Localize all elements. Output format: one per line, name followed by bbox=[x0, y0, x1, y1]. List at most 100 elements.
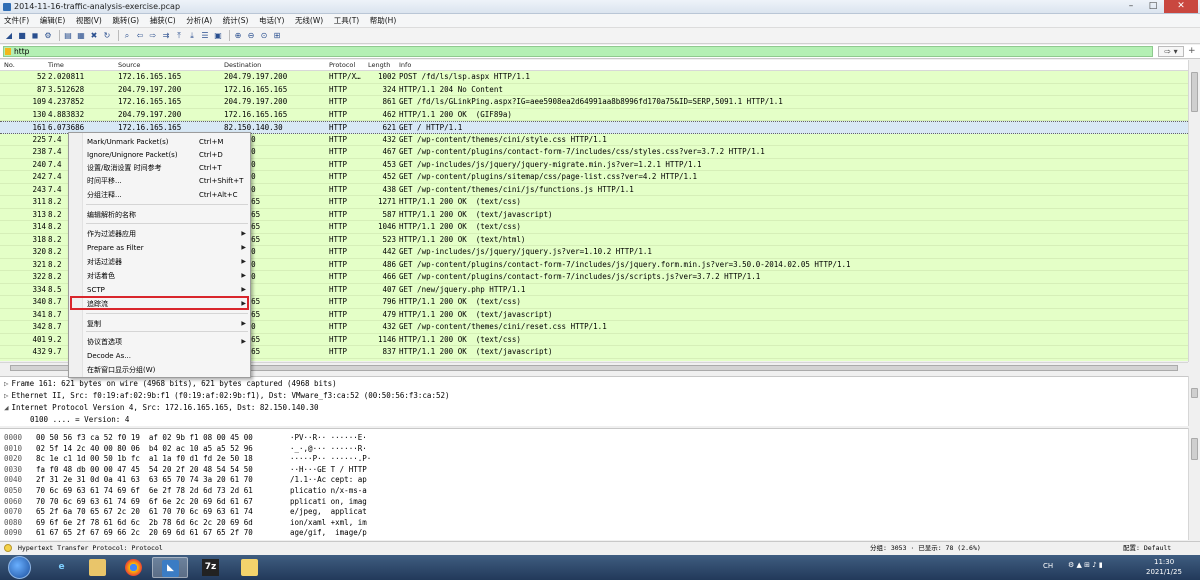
menu-help[interactable]: 帮助(H) bbox=[366, 14, 401, 28]
save-file-icon[interactable]: ▦ bbox=[76, 31, 86, 41]
menu-capture[interactable]: 捕获(C) bbox=[146, 14, 180, 28]
scroll-thumb[interactable] bbox=[1191, 388, 1198, 398]
input-language[interactable]: CH bbox=[1043, 562, 1053, 570]
go-back-icon[interactable]: ⇦ bbox=[135, 31, 145, 41]
menu-telephony[interactable]: 电话(Y) bbox=[255, 14, 288, 28]
hex-row[interactable]: 0070 65 2f 6a 70 65 67 2c 20 61 70 70 6c … bbox=[4, 506, 504, 517]
expand-arrow-icon[interactable]: ▷ bbox=[4, 379, 9, 388]
restart-capture-icon[interactable]: ◼ bbox=[30, 31, 40, 41]
menu-wireless[interactable]: 无线(W) bbox=[291, 14, 327, 28]
column-length[interactable]: Length bbox=[368, 60, 390, 71]
menu-go[interactable]: 跳转(G) bbox=[108, 14, 143, 28]
detail-ethernet[interactable]: ▷ Ethernet II, Src: f0:19:af:02:9b:f1 (f0… bbox=[4, 390, 450, 402]
maximize-button[interactable]: □ bbox=[1142, 0, 1164, 13]
details-scrollbar[interactable] bbox=[1188, 376, 1200, 426]
menu-tools[interactable]: 工具(T) bbox=[330, 14, 363, 28]
close-file-icon[interactable]: ✖ bbox=[89, 31, 99, 41]
start-capture-icon[interactable]: ◢ bbox=[4, 31, 14, 41]
detail-ipv4[interactable]: ◢ Internet Protocol Version 4, Src: 172.1… bbox=[4, 402, 319, 414]
context-menu-item[interactable]: Prepare as Filter ▶ bbox=[84, 242, 250, 254]
tray-icons[interactable]: ⚙ ▲ ⊞ ♪ ▮ bbox=[1068, 561, 1103, 569]
column-source[interactable]: Source bbox=[118, 60, 140, 71]
collapse-arrow-icon[interactable]: ◢ bbox=[4, 403, 9, 412]
go-first-icon[interactable]: ⤒ bbox=[174, 31, 184, 41]
hex-row[interactable]: 0050 70 6c 69 63 61 74 69 6f 6e 2f 78 2d … bbox=[4, 485, 504, 496]
go-last-icon[interactable]: ⤓ bbox=[187, 31, 197, 41]
hex-row[interactable]: 0010 02 5f 14 2c 40 00 80 06 b4 02 ac 10 … bbox=[4, 443, 504, 454]
display-filter-input[interactable]: http bbox=[3, 46, 1153, 57]
packet-row[interactable]: 109 4.237852 172.16.165.165 204.79.197.200 H… bbox=[0, 96, 1188, 109]
taskbar-wireshark[interactable]: ◣ bbox=[152, 557, 188, 578]
taskbar-chrome[interactable] bbox=[116, 557, 152, 578]
menu-view[interactable]: 视图(V) bbox=[72, 14, 106, 28]
start-button[interactable] bbox=[8, 556, 31, 579]
status-profile[interactable]: 配置: Default bbox=[1123, 543, 1171, 554]
context-menu-item[interactable]: 作为过滤器应用 ▶ bbox=[84, 228, 250, 240]
context-menu-item[interactable]: Ignore/Unignore Packet(s) Ctrl+D bbox=[84, 149, 250, 161]
context-menu-item[interactable]: 协议首选项 ▶ bbox=[84, 336, 250, 348]
go-to-packet-icon[interactable]: ⇉ bbox=[161, 31, 171, 41]
column-info[interactable]: Info bbox=[399, 60, 411, 71]
context-menu-item[interactable]: Mark/Unmark Packet(s) Ctrl+M bbox=[84, 136, 250, 148]
apply-filter-button[interactable]: ⇨ ▾ bbox=[1158, 46, 1184, 57]
hex-row[interactable]: 0020 8c 1e c1 1d 00 50 1b fc a1 1a f0 d1 … bbox=[4, 453, 504, 464]
go-forward-icon[interactable]: ⇨ bbox=[148, 31, 158, 41]
open-file-icon[interactable]: ▤ bbox=[63, 31, 73, 41]
minimize-button[interactable]: – bbox=[1120, 0, 1142, 13]
zoom-out-icon[interactable]: ⊖ bbox=[246, 31, 256, 41]
taskbar-7zip[interactable]: 7z bbox=[193, 557, 229, 578]
context-menu-item[interactable]: 复制 ▶ bbox=[84, 318, 250, 330]
taskbar-explorer[interactable] bbox=[80, 557, 116, 578]
expand-arrow-icon[interactable]: ▷ bbox=[4, 391, 9, 400]
context-menu-item[interactable]: 对话过滤器 ▶ bbox=[84, 256, 250, 268]
close-button[interactable]: ✕ bbox=[1164, 0, 1198, 13]
colorize-icon[interactable]: ▣ bbox=[213, 31, 223, 41]
hex-row[interactable]: 0000 00 50 56 f3 ca 52 f0 19 af 02 9b f1 … bbox=[4, 432, 504, 443]
hex-row[interactable]: 0060 70 70 6c 69 63 61 74 69 6f 6e 2c 20 … bbox=[4, 496, 504, 507]
menu-analyze[interactable]: 分析(A) bbox=[182, 14, 216, 28]
packet-list-scrollbar[interactable] bbox=[1188, 60, 1200, 362]
context-menu-item[interactable]: Decode As... bbox=[84, 350, 250, 362]
taskbar-ie[interactable]: e bbox=[44, 557, 80, 578]
add-filter-button[interactable]: + bbox=[1188, 46, 1196, 57]
context-menu-item[interactable]: 时间平移... Ctrl+Shift+T bbox=[84, 175, 250, 187]
detail-frame[interactable]: ▷ Frame 161: 621 bytes on wire (4968 bits… bbox=[4, 378, 337, 390]
scroll-thumb[interactable] bbox=[1191, 438, 1198, 460]
expert-info-icon[interactable] bbox=[4, 544, 12, 552]
capture-options-icon[interactable]: ⚙ bbox=[43, 31, 53, 41]
clock-date[interactable]: 2021/1/25 bbox=[1146, 568, 1182, 576]
context-menu-item[interactable]: 编辑解析的名称 bbox=[84, 209, 250, 221]
resize-columns-icon[interactable]: ⊞ bbox=[272, 31, 282, 41]
zoom-reset-icon[interactable]: ⊙ bbox=[259, 31, 269, 41]
taskbar-files[interactable] bbox=[232, 557, 268, 578]
context-menu-item[interactable]: SCTP ▶ bbox=[84, 284, 250, 296]
context-menu-item[interactable]: 在新窗口显示分组(W) bbox=[84, 364, 250, 376]
column-destination[interactable]: Destination bbox=[224, 60, 261, 71]
autoscroll-icon[interactable]: ☰ bbox=[200, 31, 210, 41]
bookmark-icon[interactable] bbox=[5, 48, 11, 55]
column-protocol[interactable]: Protocol bbox=[329, 60, 355, 71]
detail-ipv4-version[interactable]: 0100 .... = Version: 4 bbox=[30, 414, 129, 426]
hex-row[interactable]: 0030 fa f0 48 db 00 00 47 45 54 20 2f 20 … bbox=[4, 464, 504, 475]
zoom-in-icon[interactable]: ⊕ bbox=[233, 31, 243, 41]
column-time[interactable]: Time bbox=[48, 60, 64, 71]
packet-row[interactable]: 87 3.512628 204.79.197.200 172.16.165.165 HT… bbox=[0, 83, 1188, 96]
menu-edit[interactable]: 编辑(E) bbox=[36, 14, 70, 28]
context-menu-item[interactable]: 对话着色 ▶ bbox=[84, 270, 250, 282]
bytes-scrollbar[interactable] bbox=[1188, 428, 1200, 540]
packet-row[interactable]: 130 4.883832 204.79.197.200 172.16.165.165 H… bbox=[0, 108, 1188, 121]
menu-file[interactable]: 文件(F) bbox=[0, 14, 33, 28]
stop-capture-icon[interactable]: ■ bbox=[17, 31, 27, 41]
find-packet-icon[interactable]: ⌕ bbox=[122, 31, 132, 41]
reload-file-icon[interactable]: ↻ bbox=[102, 31, 112, 41]
menu-statistics[interactable]: 统计(S) bbox=[219, 14, 253, 28]
context-menu-item[interactable]: 分组注释... Ctrl+Alt+C bbox=[84, 189, 250, 201]
column-no[interactable]: No. bbox=[4, 60, 15, 71]
clock-time[interactable]: 11:30 bbox=[1154, 558, 1174, 566]
hex-row[interactable]: 0090 61 67 65 2f 67 69 66 2c 20 69 6d 61 … bbox=[4, 527, 504, 538]
hex-row[interactable]: 0080 69 6f 6e 2f 78 61 6d 6c 2b 78 6d 6c … bbox=[4, 517, 504, 528]
packet-row[interactable]: 52 2.020811 172.16.165.165 204.79.197.200 HT… bbox=[0, 71, 1188, 84]
context-menu-item[interactable]: 设置/取消设置 时间参考 Ctrl+T bbox=[84, 162, 250, 174]
hex-row[interactable]: 0040 2f 31 2e 31 0d 0a 41 63 63 65 70 74 … bbox=[4, 474, 504, 485]
scroll-thumb[interactable] bbox=[1191, 72, 1198, 112]
